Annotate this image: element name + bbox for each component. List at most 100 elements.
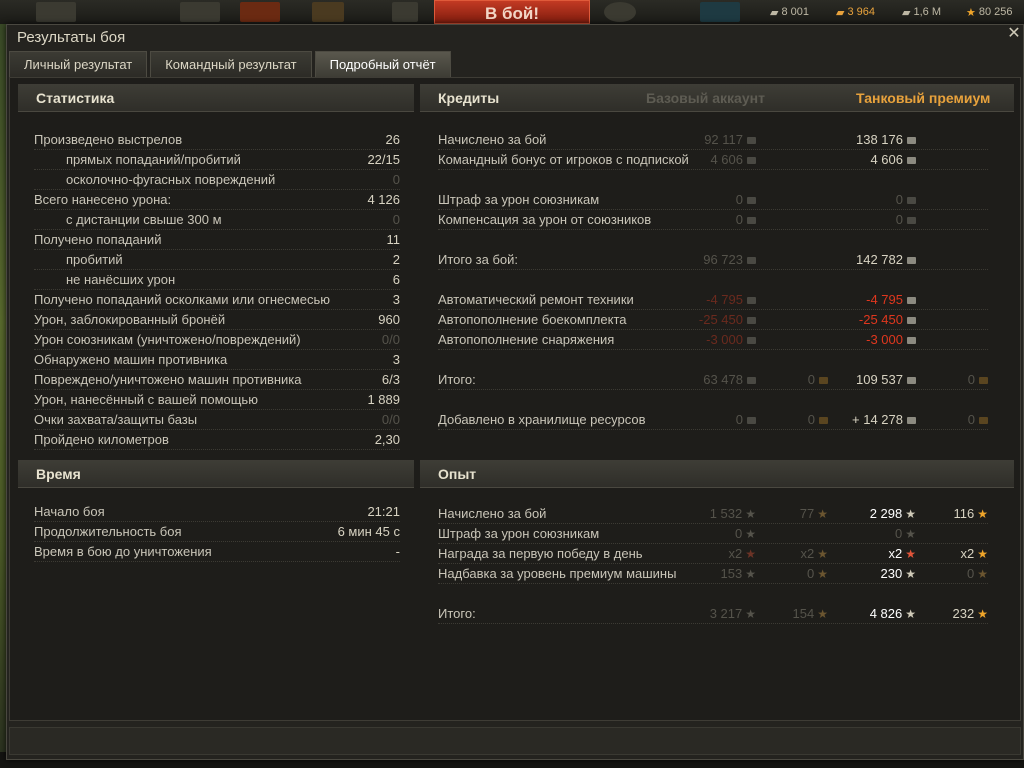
- credit-premium-value: 138 176: [856, 130, 916, 150]
- xp-star-icon: ★: [905, 547, 916, 561]
- xp-base-value: 153 ★: [721, 564, 756, 584]
- free-xp-base-value: 77 ★: [800, 504, 828, 524]
- stat-row: Всего нанесено урона: 4 126: [34, 190, 400, 210]
- hud-event-icon[interactable]: [240, 2, 280, 22]
- stat-value: 26: [385, 132, 400, 147]
- credit-premium-value: + 14 278: [852, 410, 916, 430]
- stat-row: Повреждено/уничтожено машин противника 6/…: [34, 370, 400, 390]
- close-button[interactable]: ✕: [1007, 26, 1021, 42]
- stat-value: 960: [378, 312, 400, 327]
- credits-counter: ▰ 1,6 M: [902, 0, 941, 24]
- credit-premium-amount: -25 450: [858, 312, 903, 327]
- free-xp-premium-amount: 232: [952, 606, 975, 621]
- tab-personal-result[interactable]: Личный результат: [9, 51, 148, 77]
- credit-icon: [747, 197, 756, 205]
- xp-premium-amount: 230: [880, 566, 903, 581]
- stat-label: Повреждено/уничтожено машин противника: [34, 372, 302, 387]
- credit-premium-amount: -3 000: [866, 332, 903, 347]
- credit-label: Командный бонус от игроков с подпиской: [438, 152, 689, 167]
- credit-icon: [747, 417, 756, 425]
- credit-premium-amount: 0: [895, 192, 903, 207]
- tab-bar: Личный результат Командный результат Под…: [9, 51, 454, 77]
- credit-base-amount: 4 606: [710, 152, 743, 167]
- experience-title: Опыт: [420, 460, 1014, 488]
- xp-base-amount: 3 217: [709, 606, 743, 621]
- gold-icon: [819, 417, 828, 425]
- stat-row: Пройдено километров 2,30: [34, 430, 400, 450]
- xp-star-icon: ★: [905, 607, 916, 621]
- free-xp-value: 8 001: [781, 6, 809, 18]
- xp-base-value: 0 ★: [735, 524, 756, 544]
- tab-team-result[interactable]: Командный результат: [150, 51, 312, 77]
- time-title: Время: [18, 460, 414, 488]
- credit-base-amount: -25 450: [698, 312, 743, 327]
- xp-premium-value: 2 298 ★: [870, 504, 916, 524]
- stat-value: 3: [392, 352, 400, 367]
- credit-row: Автопополнение боекомплекта -25 450 -25 45…: [438, 310, 988, 330]
- xp-label: Награда за первую победу в день: [438, 546, 643, 561]
- xp-base-amount: 1 532: [709, 506, 743, 521]
- free-xp-icon: ▰: [770, 6, 779, 19]
- credit-base-value: 4 606: [710, 150, 756, 170]
- credit-label: Добавлено в хранилище ресурсов: [438, 412, 646, 427]
- window-title: Результаты боя: [17, 29, 126, 46]
- credit-icon: [747, 377, 756, 385]
- experience-panel: Опыт Начислено за бой 1 532 ★ 77 ★ 2 298 ★ 116 ★…: [420, 460, 1014, 624]
- battle-button[interactable]: В бой!: [434, 0, 590, 24]
- time-label: Время в бою до уничтожения: [34, 544, 212, 559]
- free-xp-base-amount: 154: [792, 606, 815, 621]
- credit-row: Итого за бой: 96 723 142 782: [438, 250, 988, 270]
- xp-base-value: 1 532 ★: [710, 504, 756, 524]
- hud-vehicle-icon[interactable]: [392, 2, 418, 22]
- hud-rank-icon[interactable]: [180, 2, 220, 22]
- time-panel: Время Начало боя 21:21 Продолжительность б…: [18, 460, 414, 562]
- xp-premium-amount: 0: [895, 526, 903, 541]
- credit-base-value: -3 000: [706, 330, 756, 350]
- free-xp-star-icon: ★: [977, 547, 988, 561]
- stat-row: пробитий 2: [34, 250, 400, 270]
- stat-label: прямых попаданий/пробитий: [66, 152, 241, 167]
- hud-mission-icon[interactable]: [700, 2, 740, 22]
- xp-star-icon: ★: [905, 507, 916, 521]
- credit-base-amount: 0: [735, 412, 743, 427]
- credits-header: Кредиты Базовый аккаунт Танковый премиум: [420, 84, 1014, 112]
- free-xp-premium-value: x2 ★: [961, 544, 989, 564]
- free-xp-base-value: 154 ★: [793, 604, 828, 624]
- credits-panel: Кредиты Базовый аккаунт Танковый премиум…: [420, 84, 1014, 444]
- stat-label: с дистанции свыше 300 м: [66, 212, 222, 227]
- credit-premium-amount: 0: [895, 212, 903, 227]
- credit-row: Автопополнение снаряжения -3 000 -3 000: [438, 330, 988, 350]
- xp-premium-amount: x2: [888, 546, 903, 561]
- xp-base-amount: x2: [728, 546, 743, 561]
- credit-label: Начислено за бой: [438, 132, 547, 147]
- gold-icon: [819, 377, 828, 385]
- credit-icon: [747, 137, 756, 145]
- xp-premium-value: 4 826 ★: [870, 604, 916, 624]
- hud-emblem[interactable]: [36, 2, 76, 22]
- xp-counter: ★ 80 256: [966, 0, 1013, 24]
- credit-label: Итого:: [438, 372, 476, 387]
- xp-label: Штраф за урон союзникам: [438, 526, 600, 541]
- free-xp-premium-amount: 116: [953, 506, 975, 521]
- stat-value: 0/0: [381, 412, 400, 427]
- tab-detailed-report[interactable]: Подробный отчёт: [314, 51, 451, 77]
- credit-row: Командный бонус от игроков с подпиской 4 …: [438, 150, 988, 170]
- credit-base-amount: 96 723: [703, 252, 743, 267]
- time-value: -: [395, 544, 400, 559]
- credit-base-amount: 63 478: [703, 372, 743, 387]
- credit-icon: [907, 197, 916, 205]
- credit-base-value: 0: [736, 210, 756, 230]
- stat-value: 0: [392, 172, 400, 187]
- hud-platoon-icon[interactable]: [604, 2, 636, 22]
- credit-premium-value: -4 795: [866, 290, 916, 310]
- xp-star-icon: ★: [745, 547, 756, 561]
- credits-value: 1,6 M: [913, 6, 941, 18]
- xp-star-icon: ★: [905, 567, 916, 581]
- stat-row: Урон, нанесённый с вашей помощью 1 889: [34, 390, 400, 410]
- stat-row: Получено попаданий осколками или огнесме…: [34, 290, 400, 310]
- stat-value: 1 889: [367, 392, 400, 407]
- credit-premium-value: 109 537: [856, 370, 916, 390]
- hud-shop-icon[interactable]: [312, 2, 344, 22]
- window-footer: [9, 727, 1021, 755]
- credit-base-amount: 92 117: [704, 132, 743, 147]
